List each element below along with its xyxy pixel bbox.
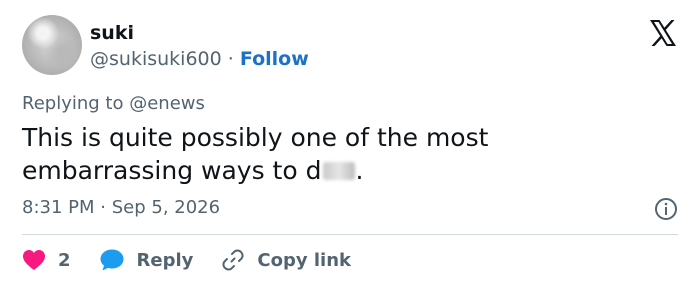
heart-icon bbox=[23, 250, 45, 270]
tweet-line-2-start: embarrassing ways to d bbox=[22, 156, 322, 185]
avatar[interactable] bbox=[22, 15, 82, 75]
reply-mention[interactable]: @enews bbox=[129, 93, 205, 114]
like-button[interactable]: 2 bbox=[22, 249, 71, 271]
info-icon[interactable] bbox=[654, 197, 678, 221]
action-bar: 2 Reply Copy link bbox=[22, 246, 379, 274]
tweet-line-1: This is quite possibly one of the most bbox=[22, 123, 489, 152]
meta-separator: · bbox=[100, 197, 106, 218]
like-count: 2 bbox=[58, 249, 71, 271]
author-handle-row: @sukisuki600 · Follow bbox=[90, 48, 309, 70]
reply-bubble-icon bbox=[100, 249, 124, 271]
reply-context: Replying to @enews bbox=[22, 93, 205, 114]
follow-button[interactable]: Follow bbox=[240, 48, 309, 70]
reply-prefix: Replying to bbox=[22, 93, 124, 114]
censored-word bbox=[323, 162, 356, 180]
handle-separator: · bbox=[227, 48, 234, 70]
tweet-text: This is quite possibly one of the most e… bbox=[22, 121, 622, 187]
link-icon bbox=[222, 249, 244, 271]
tweet-line-2-end: . bbox=[355, 156, 364, 185]
divider bbox=[22, 234, 678, 235]
author-name[interactable]: suki bbox=[90, 22, 134, 44]
reply-button[interactable]: Reply bbox=[99, 248, 194, 272]
tweet-date[interactable]: Sep 5, 2026 bbox=[112, 197, 220, 218]
tweet-meta: 8:31 PM · Sep 5, 2026 bbox=[22, 197, 220, 218]
reply-label: Reply bbox=[136, 249, 194, 271]
tweet-time[interactable]: 8:31 PM bbox=[22, 197, 95, 218]
author-handle[interactable]: @sukisuki600 bbox=[90, 48, 222, 70]
copy-link-label: Copy link bbox=[257, 249, 351, 271]
copy-link-button[interactable]: Copy link bbox=[221, 248, 351, 272]
x-logo-icon[interactable] bbox=[648, 18, 678, 48]
